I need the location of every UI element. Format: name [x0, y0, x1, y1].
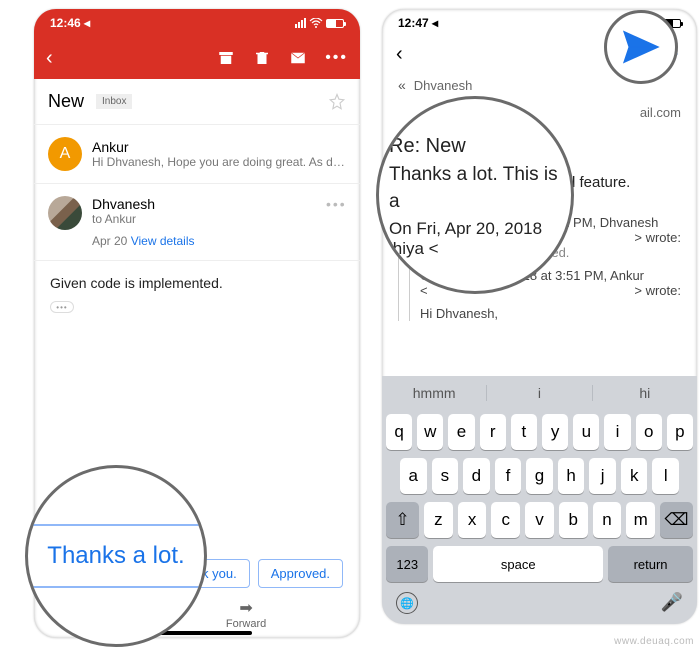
key-q[interactable]: q	[386, 414, 412, 450]
message-collapsed[interactable]: A Ankur Hi Dhvanesh, Hope you are doing …	[34, 125, 360, 184]
magnifier-callout: Re: New Thanks a lot. This is a On Fri, …	[376, 96, 574, 294]
keyboard: hmmm i hi qwertyuiop asdfghjkl ⇧ zxcvbnm…	[382, 376, 697, 624]
date: Apr 20	[92, 234, 127, 248]
more-icon[interactable]: •••	[325, 49, 348, 67]
key-h[interactable]: h	[558, 458, 585, 494]
globe-icon[interactable]: 🌐	[396, 592, 418, 614]
forward-icon: ➡	[239, 598, 252, 618]
send-icon	[619, 27, 663, 67]
key-m[interactable]: m	[626, 502, 655, 538]
magnified-chip: Thanks a lot.	[28, 524, 204, 588]
mail-icon[interactable]	[289, 49, 307, 67]
key-r[interactable]: r	[480, 414, 506, 450]
shift-key[interactable]: ⇧	[386, 502, 419, 538]
status-icons	[295, 18, 344, 28]
key-u[interactable]: u	[573, 414, 599, 450]
trash-icon[interactable]	[253, 49, 271, 67]
mag-quote: lhiya <	[379, 239, 571, 259]
star-icon[interactable]	[328, 93, 346, 111]
key-c[interactable]: c	[491, 502, 520, 538]
inbox-label[interactable]: Inbox	[96, 94, 132, 109]
return-key[interactable]: return	[608, 546, 693, 582]
key-e[interactable]: e	[448, 414, 474, 450]
smart-reply-chip[interactable]: Approved.	[258, 559, 343, 588]
status-time: 12:46 ◂	[50, 16, 90, 30]
sender-name: Ankur	[92, 139, 346, 155]
back-button[interactable]: ‹	[396, 43, 403, 66]
watermark: www.deuaq.com	[614, 636, 694, 647]
space-key[interactable]: space	[433, 546, 603, 582]
key-j[interactable]: j	[589, 458, 616, 494]
key-i[interactable]: i	[604, 414, 630, 450]
key-f[interactable]: f	[495, 458, 522, 494]
subject: New	[48, 91, 84, 112]
key-b[interactable]: b	[559, 502, 588, 538]
key-y[interactable]: y	[542, 414, 568, 450]
status-time: 12:47 ◂	[398, 16, 438, 30]
mag-quote: On Fri, Apr 20, 2018	[379, 219, 571, 239]
from-domain: ail.com	[640, 105, 681, 120]
suggestion[interactable]: i	[487, 385, 592, 401]
view-details-link[interactable]: View details	[131, 234, 195, 248]
message-expanded: Dhvanesh ••• to Ankur Apr 20 View details	[34, 184, 360, 261]
key-s[interactable]: s	[432, 458, 459, 494]
key-k[interactable]: k	[621, 458, 648, 494]
key-t[interactable]: t	[511, 414, 537, 450]
key-w[interactable]: w	[417, 414, 443, 450]
suggestion-bar: hmmm i hi	[382, 376, 697, 410]
message-body: Given code is implemented. •••	[34, 261, 360, 327]
key-p[interactable]: p	[667, 414, 693, 450]
more-icon[interactable]: •••	[326, 196, 346, 212]
key-o[interactable]: o	[636, 414, 662, 450]
key-v[interactable]: v	[525, 502, 554, 538]
key-l[interactable]: l	[652, 458, 679, 494]
archive-icon[interactable]	[217, 49, 235, 67]
forward-button[interactable]: ➡Forward	[226, 598, 266, 630]
backspace-key[interactable]: ⌫	[660, 502, 693, 538]
magnifier-callout: Thanks a lot.	[25, 465, 207, 647]
key-g[interactable]: g	[526, 458, 553, 494]
key-x[interactable]: x	[458, 502, 487, 538]
key-a[interactable]: a	[400, 458, 427, 494]
key-z[interactable]: z	[424, 502, 453, 538]
shift-icon: ⇧	[395, 510, 409, 530]
recipient-line: to Ankur	[92, 212, 346, 226]
suggestion[interactable]: hi	[593, 385, 697, 401]
chevron-icon: «	[398, 77, 406, 93]
numbers-key[interactable]: 123	[386, 546, 428, 582]
key-d[interactable]: d	[463, 458, 490, 494]
toolbar: ‹ •••	[34, 37, 360, 79]
mic-icon[interactable]: 🎤	[661, 592, 683, 614]
avatar: A	[48, 137, 82, 171]
expand-icon[interactable]: •••	[50, 301, 74, 313]
message-preview: Hi Dhvanesh, Hope you are doing great. A…	[92, 155, 346, 169]
sender-name: Dhvanesh	[92, 196, 155, 212]
key-n[interactable]: n	[593, 502, 622, 538]
mag-body: Thanks a lot. This is a	[379, 162, 571, 219]
suggestion[interactable]: hmmm	[382, 385, 487, 401]
magnifier-callout	[604, 10, 678, 84]
avatar	[48, 196, 82, 230]
mag-subject: Re: New	[379, 131, 571, 162]
backspace-icon: ⌫	[664, 510, 688, 530]
back-button[interactable]: ‹	[46, 47, 53, 70]
